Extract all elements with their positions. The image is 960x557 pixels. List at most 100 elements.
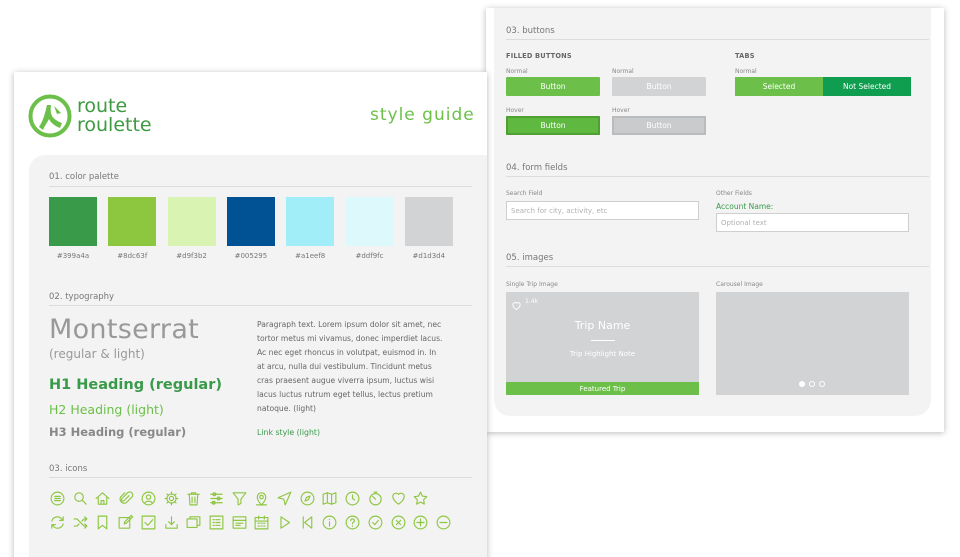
divider (506, 39, 929, 40)
icons-heading: 03. icons (49, 464, 88, 474)
divider (49, 186, 472, 187)
single-trip-image-label: Single Trip Image (506, 281, 558, 288)
hover-label: Hover (506, 107, 524, 114)
paragraph-line: cras praesent augue viverra ipsum, luctu… (257, 376, 435, 385)
h1-sample: H1 Heading (regular) (49, 377, 222, 393)
doc-title: style guide (370, 105, 475, 125)
color-swatch-label: #399a4a (56, 252, 90, 260)
color-swatch (286, 197, 335, 246)
sync-icon (49, 514, 66, 531)
user-icon (140, 490, 157, 507)
buttons-heading: 03. buttons (506, 26, 555, 36)
check-circle-icon (367, 514, 384, 531)
search-input[interactable]: Search for city, activity, etc (506, 201, 699, 220)
hover-label: Hover (612, 107, 630, 114)
shuffle-icon (72, 514, 89, 531)
paperclip-icon (117, 490, 134, 507)
carousel-dot[interactable] (809, 381, 815, 387)
help-icon (344, 514, 361, 531)
color-swatch (49, 197, 97, 246)
divider (506, 176, 929, 177)
star-icon (412, 490, 429, 507)
h2-sample: H2 Heading (light) (49, 402, 164, 417)
edit-icon (117, 514, 134, 531)
link-style-sample[interactable]: Link style (light) (257, 428, 320, 437)
close-circle-icon (390, 514, 407, 531)
heart-icon (390, 490, 407, 507)
divider (49, 305, 472, 306)
paragraph-line: tortor metus mi vivamus, donec imperdiet… (257, 334, 443, 343)
style-guide-page-1: route roulette style guide 01. color pal… (14, 72, 487, 557)
color-swatch-label: #ddf9fc (355, 252, 384, 260)
color-swatch-label: #a1eef8 (295, 252, 326, 260)
menu-icon (49, 490, 66, 507)
navigation-icon (276, 490, 293, 507)
carousel-dot-active[interactable] (799, 381, 805, 387)
grey-button-hover[interactable]: Button (612, 116, 706, 135)
tabs-heading: TABS (735, 52, 755, 60)
color-swatch-label: #d9f3b2 (176, 252, 207, 260)
single-trip-image[interactable]: 1.4k Trip Name Trip Highlight Note Featu… (506, 292, 699, 395)
map-icon (321, 490, 338, 507)
search-icon (72, 490, 89, 507)
compass-icon (299, 490, 316, 507)
paragraph-line: Paragraph text. Lorem ipsum dolor sit am… (257, 320, 442, 329)
color-swatch-label: #d1d3d4 (412, 252, 446, 260)
play-icon (276, 514, 293, 531)
paragraph-line: lacus luctus rutrum eget tellus, lectus … (257, 390, 433, 399)
heart-icon[interactable] (511, 296, 522, 311)
normal-label: Normal (612, 68, 634, 75)
info-icon (321, 514, 338, 531)
trip-name: Trip Name (574, 319, 631, 332)
windows-icon (185, 514, 202, 531)
color-swatch (345, 197, 394, 246)
filled-buttons-heading: FILLED BUTTONS (506, 52, 572, 60)
skip-back-icon (299, 514, 316, 531)
gear-icon (163, 490, 180, 507)
paragraph-sample: Paragraph text. Lorem ipsum dolor sit am… (257, 318, 457, 416)
paragraph-line: Ac nec eget rhoncus in volutpat, euismod… (257, 348, 437, 357)
color-swatch (226, 197, 275, 246)
clock-icon (344, 490, 361, 507)
font-name: Montserrat (49, 314, 200, 345)
color-swatch (404, 197, 453, 246)
list-icon (208, 514, 225, 531)
account-name-label: Account Name: (716, 202, 774, 211)
carousel-image-label: Carousel Image (716, 281, 763, 288)
carousel-dot[interactable] (819, 381, 825, 387)
checkbox-icon (140, 514, 157, 531)
normal-label: Normal (506, 68, 528, 75)
color-swatch (108, 197, 157, 246)
route-roulette-logo-icon (27, 93, 73, 139)
color-palette-heading: 01. color palette (49, 172, 119, 182)
map-pin-icon (253, 490, 270, 507)
filter-icon (231, 490, 248, 507)
green-button-normal[interactable]: Button (506, 77, 600, 96)
trash-icon (185, 490, 202, 507)
browser-icon (231, 514, 248, 531)
minus-circle-icon (435, 514, 452, 531)
divider (49, 477, 472, 478)
page-1-panel: 01. color palette #399a4a #8dc63f #d9f3b2 #… (29, 155, 487, 557)
typography-heading: 02. typography (49, 292, 115, 302)
color-swatch-label: #8dc63f (117, 252, 148, 260)
timer-icon (367, 490, 384, 507)
green-button-hover[interactable]: Button (506, 116, 600, 135)
tab-not-selected[interactable]: Not Selected (823, 77, 911, 96)
color-swatch-label: #005295 (234, 252, 268, 260)
tab-selected[interactable]: Selected (735, 77, 823, 96)
page-2-panel: 03. buttons FILLED BUTTONS TABS Normal N… (494, 8, 931, 416)
font-weights: (regular & light) (49, 347, 145, 361)
optional-text-input[interactable]: Optional text (716, 213, 909, 232)
other-fields-label: Other Fields (716, 190, 752, 197)
normal-label: Normal (735, 68, 757, 75)
plus-circle-icon (412, 514, 429, 531)
logo-text-line2: roulette (77, 114, 152, 136)
bookmark-icon (94, 514, 111, 531)
carousel-image[interactable] (716, 292, 909, 395)
trip-divider (591, 340, 615, 341)
divider (506, 266, 929, 267)
style-guide-page-2: 03. buttons FILLED BUTTONS TABS Normal N… (486, 8, 944, 432)
grey-button-normal[interactable]: Button (612, 77, 706, 96)
color-swatch (167, 197, 216, 246)
